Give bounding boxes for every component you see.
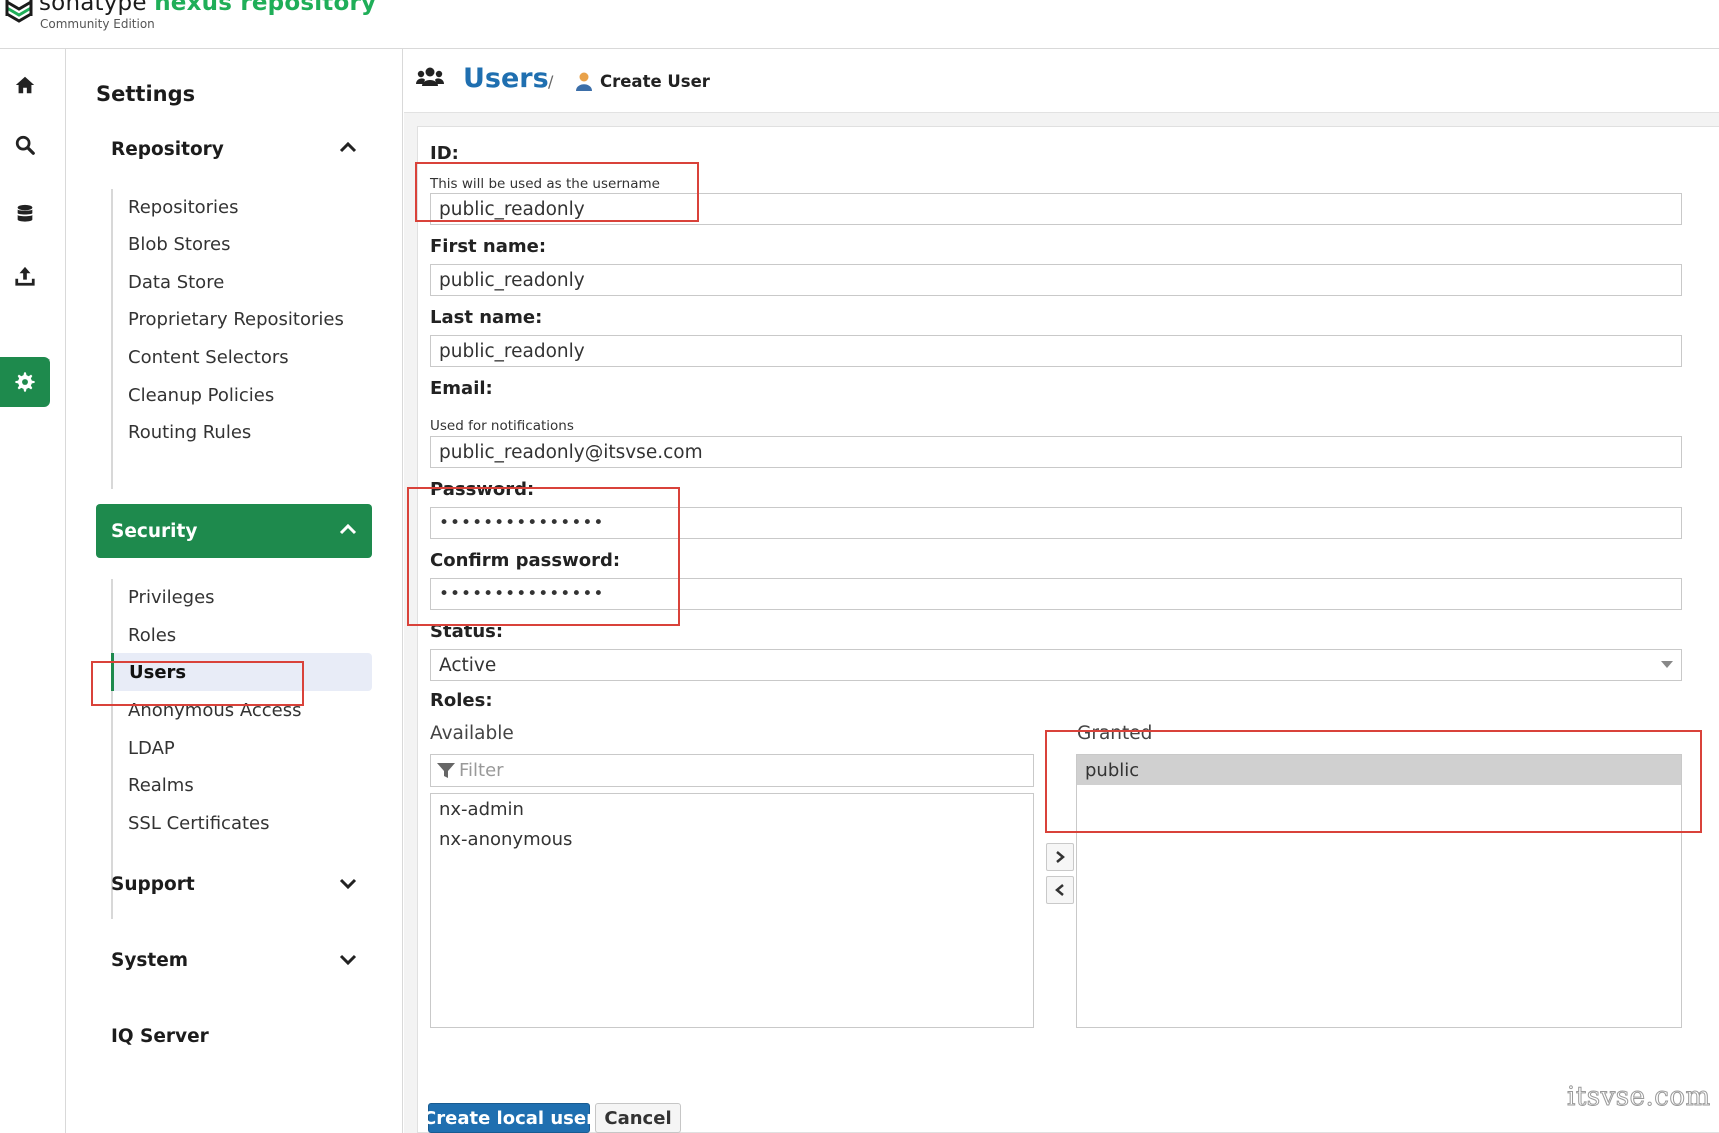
last-name-input[interactable]: public_readonly [430,335,1682,367]
first-name-input[interactable]: public_readonly [430,264,1682,296]
chevron-down-icon [339,878,357,890]
nav-item-privileges[interactable]: Privileges [128,578,215,616]
roles-filter-input[interactable]: Filter [430,754,1034,787]
user-icon [576,72,592,91]
status-value: Active [439,654,497,676]
nav-section-label: Security [111,520,198,542]
email-label: Email: [430,378,493,399]
granted-roles-list[interactable]: public [1076,754,1682,1028]
first-name-label: First name: [430,236,547,257]
nav-section-system[interactable]: System [96,933,372,987]
confirm-password-label: Confirm password: [430,550,621,571]
id-label: ID: [430,143,459,164]
id-hint: This will be used as the username [430,176,660,192]
breadcrumb-current-page: Create User [600,72,710,91]
nav-item-ssl-certificates[interactable]: SSL Certificates [128,804,269,842]
id-input[interactable]: public_readonly [430,193,1682,225]
cancel-button[interactable]: Cancel [595,1103,681,1133]
icon-rail [0,49,66,1133]
chevron-left-icon [1055,884,1064,896]
email-input[interactable]: public_readonly@itsvse.com [430,436,1682,468]
home-button[interactable] [0,60,50,110]
nav-item-users[interactable]: Users [111,653,372,691]
confirm-password-input[interactable]: ••••••••••••••• [430,578,1682,610]
password-input[interactable]: ••••••••••••••• [430,507,1682,539]
status-select[interactable]: Active [430,649,1682,681]
remove-role-button[interactable] [1046,876,1074,904]
list-item[interactable]: public [1077,755,1681,785]
roles-label: Roles: [430,690,493,711]
nav-section-repository[interactable]: Repository [96,122,372,176]
nav-section-support[interactable]: Support [96,857,372,911]
brand-prefix: sonatype [39,0,147,16]
password-label: Password: [430,479,535,500]
nav-section-label: Repository [111,138,224,160]
search-button[interactable] [0,120,50,170]
filter-placeholder: Filter [459,760,504,781]
breadcrumb-users-link[interactable]: Users [463,63,549,94]
settings-button[interactable] [0,357,50,407]
nav-item-anonymous-access[interactable]: Anonymous Access [128,691,301,729]
nav-section-iq-server[interactable]: IQ Server [96,1009,372,1063]
nav-title: Settings [96,82,196,106]
brand-name[interactable]: sonatype nexus repository [39,0,376,16]
nav-item-routing-rules[interactable]: Routing Rules [128,413,251,451]
home-icon [15,76,35,94]
nav-item-blob-stores[interactable]: Blob Stores [128,225,230,263]
chevron-right-icon [1056,851,1065,863]
nav-group-line [111,189,113,489]
nav-section-label: IQ Server [111,1025,209,1047]
filter-icon [437,763,455,778]
chevron-up-icon [339,141,357,153]
breadcrumb: Users / Create User [404,49,1719,113]
nav-section-label: Support [111,873,195,895]
upload-button[interactable] [0,251,50,301]
status-label: Status: [430,621,504,642]
app-header: sonatype nexus repository Community Edit… [0,0,1719,49]
brand-product: nexus repository [154,0,377,16]
nav-item-proprietary-repositories[interactable]: Proprietary Repositories [128,300,344,338]
granted-roles-label: Granted [1077,723,1153,744]
nav-item-repositories[interactable]: Repositories [128,188,239,226]
chevron-up-icon [339,523,357,535]
browse-button[interactable] [0,189,50,239]
edition-label: Community Edition [40,17,155,31]
sonatype-logo-icon[interactable] [4,0,34,26]
watermark: itsvse.com [1567,1082,1711,1113]
last-name-label: Last name: [430,307,543,328]
nav-item-cleanup-policies[interactable]: Cleanup Policies [128,376,274,414]
chevron-down-icon [339,954,357,966]
available-roles-label: Available [430,723,514,744]
nav-item-roles[interactable]: Roles [128,616,176,654]
list-item[interactable]: nx-admin [431,794,1033,824]
dropdown-caret-icon [1661,661,1673,668]
nav-section-label: System [111,949,189,971]
main-content: Users / Create User ID: This will be use… [404,49,1719,1133]
create-user-form: ID: This will be used as the username pu… [417,126,1719,1133]
search-icon [15,135,35,155]
nav-item-data-store[interactable]: Data Store [128,263,224,301]
upload-icon [15,266,35,286]
breadcrumb-separator: / [548,72,554,91]
nav-item-ldap[interactable]: LDAP [128,729,175,767]
database-icon [17,204,33,222]
add-role-button[interactable] [1046,843,1074,871]
nav-item-realms[interactable]: Realms [128,766,194,804]
nav-item-content-selectors[interactable]: Content Selectors [128,338,289,376]
nav-section-security[interactable]: Security [96,504,372,558]
users-icon [416,67,444,86]
gear-icon [15,372,35,392]
available-roles-list[interactable]: nx-admin nx-anonymous [430,793,1034,1028]
email-hint: Used for notifications [430,418,574,434]
create-user-button[interactable]: Create local user [423,1103,595,1133]
list-item[interactable]: nx-anonymous [431,824,1033,854]
settings-nav: Settings Repository Repositories Blob St… [66,49,403,1133]
